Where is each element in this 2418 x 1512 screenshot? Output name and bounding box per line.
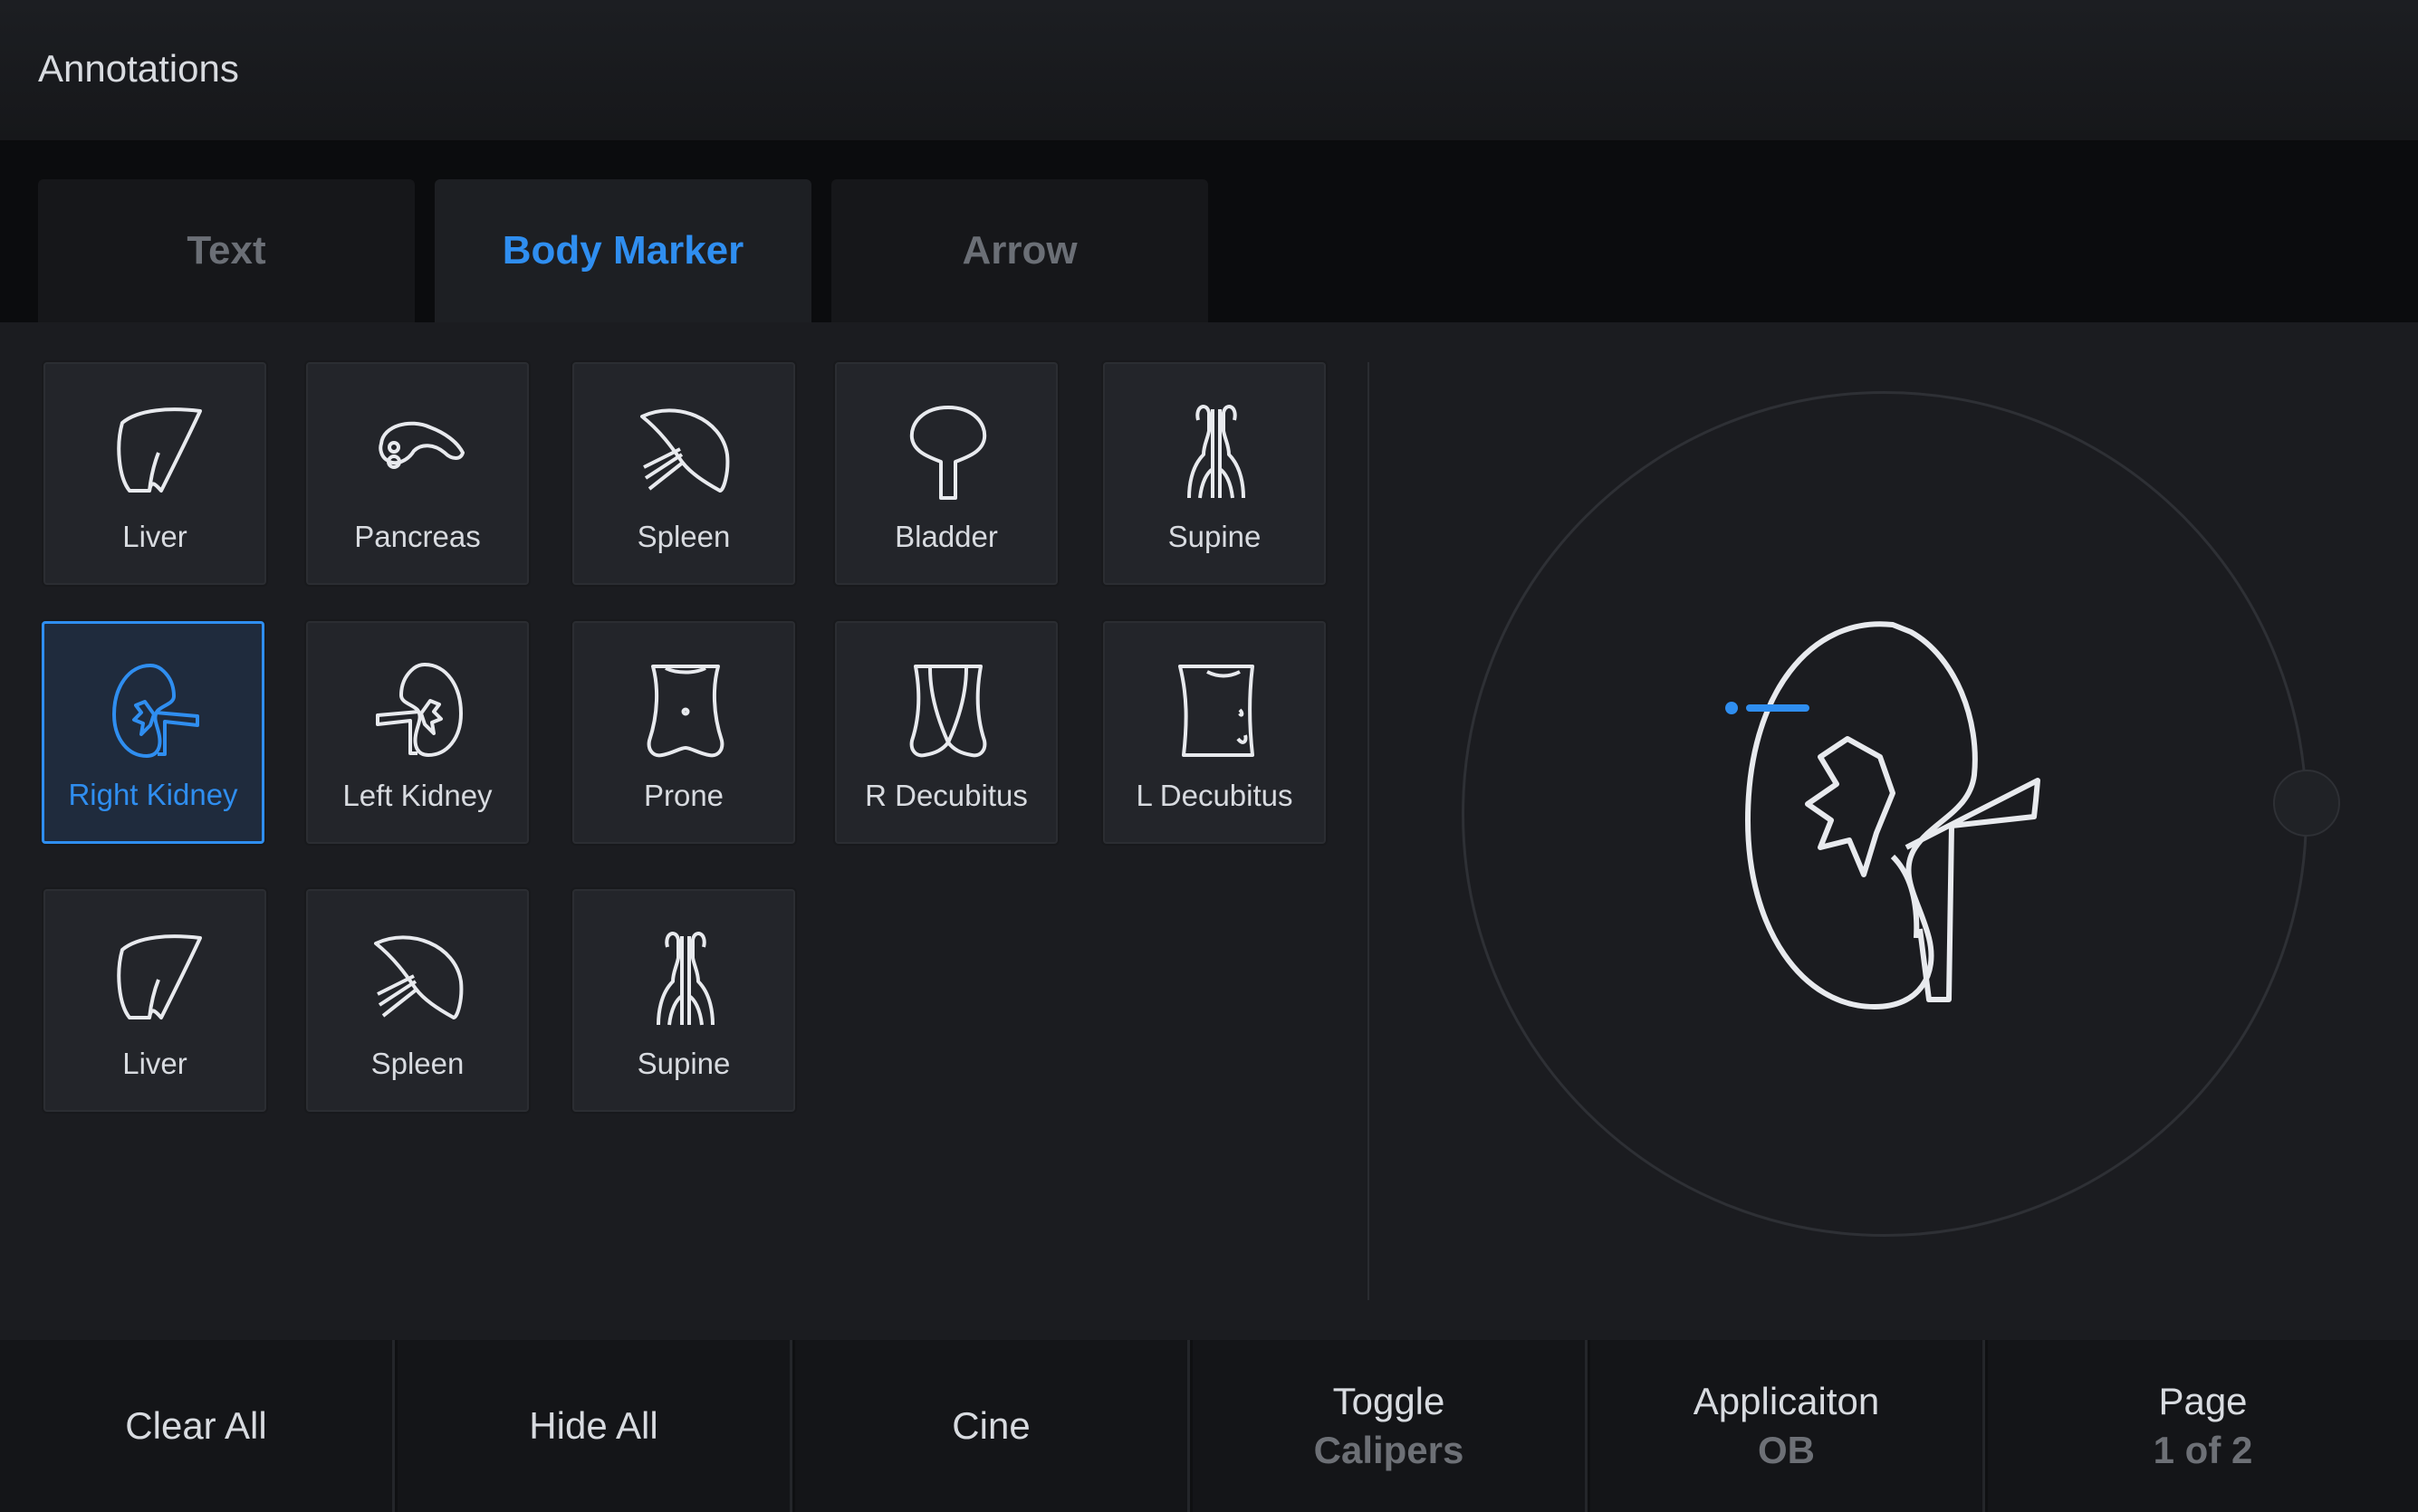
button-label: Hide All (529, 1404, 658, 1447)
button-label: Clear All (125, 1404, 267, 1447)
button-label: Cine (952, 1404, 1031, 1447)
right-kidney-preview-icon (1745, 621, 2040, 1010)
tile-bladder[interactable]: Bladder (835, 362, 1058, 585)
tab-arrow[interactable]: Arrow (831, 179, 1208, 322)
tile-supine[interactable]: Supine (1103, 362, 1326, 585)
tile-l-decubitus[interactable]: L Decubitus (1103, 621, 1326, 844)
button-label: Page (2158, 1380, 2248, 1422)
tile-label: Spleen (637, 520, 731, 553)
tile-prone[interactable]: Prone (572, 621, 795, 844)
tile-label: Liver (122, 520, 187, 553)
bladder-icon (909, 406, 987, 500)
l-decubitus-icon (1178, 665, 1254, 757)
button-label: Applicaiton (1693, 1380, 1880, 1422)
button-value: OB (1758, 1429, 1815, 1471)
tile-liver-2[interactable]: Liver (43, 889, 266, 1112)
page-button[interactable]: Page 1 of 2 (1988, 1340, 2418, 1512)
tab-text[interactable]: Text (38, 179, 415, 322)
tile-label: Supine (637, 1047, 731, 1080)
tile-supine-2[interactable]: Supine (572, 889, 795, 1112)
tile-label: Left Kidney (342, 779, 493, 812)
tile-spleen-2[interactable]: Spleen (306, 889, 529, 1112)
tab-bar: Text Body Marker Arrow (0, 141, 2418, 322)
button-label: Toggle (1332, 1380, 1445, 1422)
tile-label: Bladder (895, 520, 998, 553)
tile-label: R Decubitus (865, 779, 1028, 812)
tile-right-kidney[interactable]: Right Kidney (42, 621, 264, 844)
probe-position-marker[interactable] (1721, 697, 1811, 719)
page-title: Annotations (38, 47, 239, 90)
spleen-icon (374, 935, 464, 1019)
pancreas-icon (379, 421, 465, 469)
left-kidney-icon (376, 663, 463, 757)
supine-icon (1187, 405, 1245, 499)
tile-spleen[interactable]: Spleen (572, 362, 795, 585)
hide-all-button[interactable]: Hide All (398, 1340, 792, 1512)
tile-label: Pancreas (354, 520, 481, 553)
tile-label: L Decubitus (1136, 779, 1293, 812)
footer-toolbar: Clear All Hide All Cine Toggle Calipers … (0, 1340, 2418, 1512)
clear-all-button[interactable]: Clear All (0, 1340, 395, 1512)
spleen-icon (640, 408, 730, 493)
right-kidney-icon (112, 664, 199, 758)
tile-pancreas[interactable]: Pancreas (306, 362, 529, 585)
application-button[interactable]: Applicaiton OB (1590, 1340, 1985, 1512)
tile-label: Spleen (370, 1047, 465, 1080)
prone-icon (647, 665, 724, 758)
header: Annotations (0, 0, 2418, 141)
panel-divider (1367, 362, 1369, 1300)
tile-label: Prone (643, 779, 724, 812)
tile-r-decubitus[interactable]: R Decubitus (835, 621, 1058, 844)
supine-icon (657, 932, 715, 1026)
tile-label: Right Kidney (68, 778, 238, 811)
r-decubitus-icon (909, 665, 987, 758)
button-value: Calipers (1313, 1429, 1464, 1471)
tile-left-kidney[interactable]: Left Kidney (306, 621, 529, 844)
liver-icon (117, 934, 202, 1019)
cine-button[interactable]: Cine (795, 1340, 1190, 1512)
liver-icon (117, 407, 202, 493)
tile-liver[interactable]: Liver (43, 362, 266, 585)
tile-label: Supine (1167, 520, 1262, 553)
toggle-calipers-button[interactable]: Toggle Calipers (1193, 1340, 1588, 1512)
rotation-handle[interactable] (2273, 770, 2340, 837)
tile-label: Liver (122, 1047, 187, 1080)
tab-body-marker[interactable]: Body Marker (435, 179, 811, 322)
button-value: 1 of 2 (2153, 1429, 2253, 1471)
